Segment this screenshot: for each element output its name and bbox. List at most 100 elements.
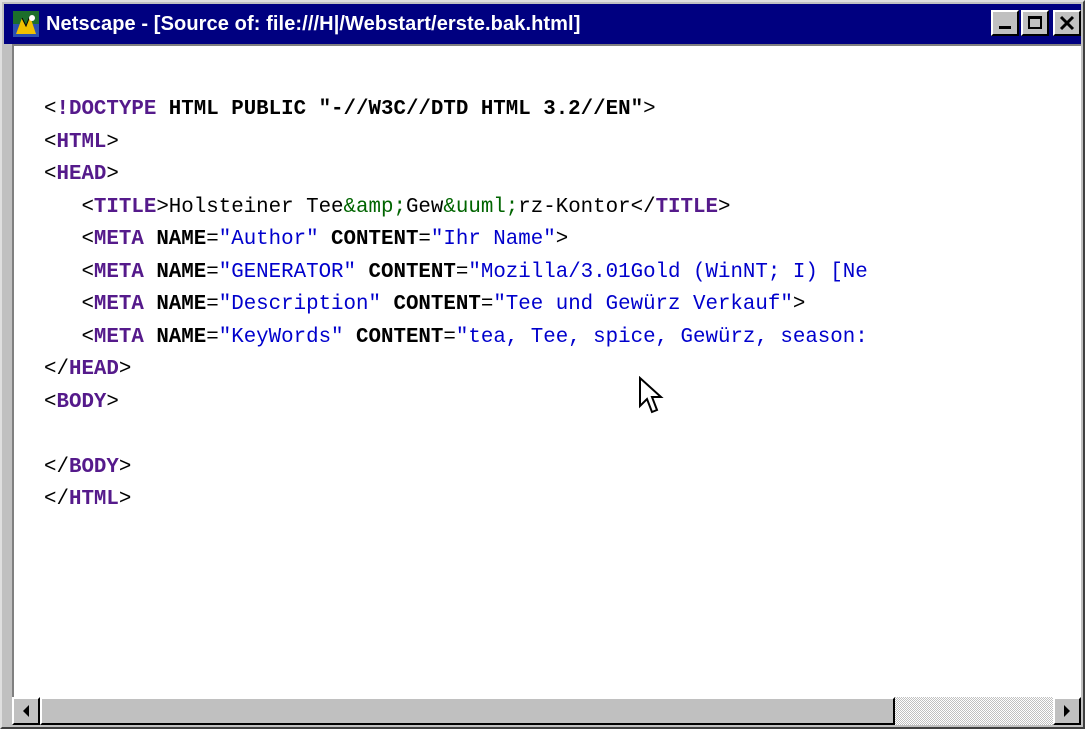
arrow-right-icon	[1064, 705, 1070, 717]
source-token: =	[206, 228, 219, 251]
source-line	[44, 419, 868, 452]
source-line: <META NAME="Description" CONTENT="Tee un…	[44, 289, 868, 322]
source-token: "Author"	[218, 228, 319, 251]
source-token: META	[93, 293, 144, 316]
source-token: &amp;	[343, 195, 406, 219]
maximize-icon	[1028, 16, 1042, 29]
source-token: HTML	[56, 130, 107, 154]
source-token: CONTENT	[356, 260, 456, 284]
source-view[interactable]: <!DOCTYPE HTML PUBLIC "-//W3C//DTD HTML …	[12, 44, 1081, 697]
source-token: >Holsteiner Tee	[156, 195, 344, 219]
arrow-left-icon	[23, 705, 29, 717]
source-token: <	[44, 195, 94, 219]
source-token: <	[44, 390, 57, 414]
source-token: META	[93, 260, 144, 284]
source-token: <	[44, 228, 94, 251]
horizontal-scrollbar[interactable]	[12, 697, 1081, 725]
source-token: HEAD	[68, 358, 119, 381]
source-token: rz-Kontor</	[518, 195, 656, 219]
caption-buttons	[991, 10, 1081, 36]
close-button[interactable]	[1053, 10, 1081, 36]
source-line: <HEAD>	[44, 159, 868, 192]
minimize-button[interactable]	[991, 10, 1019, 36]
source-token: "GENERATOR"	[218, 260, 357, 284]
scroll-right-button[interactable]	[1053, 697, 1081, 725]
source-token: "Description"	[218, 293, 381, 316]
source-token: >	[118, 358, 132, 381]
minimize-icon	[999, 26, 1011, 29]
source-token: "tea, Tee, spice, Gewürz, season:	[455, 325, 868, 349]
source-token: "Ihr Name"	[430, 228, 556, 251]
source-line: <BODY>	[44, 387, 868, 420]
source-token: <	[44, 293, 94, 316]
source-token: =	[418, 228, 431, 251]
source-token: </	[44, 488, 69, 511]
source-line: <META NAME="Author" CONTENT="Ihr Name">	[44, 224, 868, 257]
source-token: NAME	[143, 325, 207, 349]
source-token: HTML	[68, 488, 119, 511]
source-token: <	[44, 325, 94, 349]
source-token: NAME	[143, 260, 207, 284]
source-token: >	[792, 293, 806, 316]
scroll-left-button[interactable]	[12, 697, 40, 725]
source-token: HTML PUBLIC	[156, 98, 319, 121]
source-token: >	[106, 390, 119, 414]
source-token: =	[206, 325, 219, 349]
source-line: </BODY>	[44, 452, 868, 485]
maximize-button[interactable]	[1021, 10, 1049, 36]
source-token: </	[44, 358, 69, 381]
source-token: <	[44, 260, 94, 284]
netscape-icon	[12, 10, 40, 38]
source-line: <!DOCTYPE HTML PUBLIC "-//W3C//DTD HTML …	[44, 94, 868, 127]
source-token: CONTENT	[380, 293, 481, 316]
source-token: META	[93, 228, 144, 251]
source-token: >	[643, 98, 656, 121]
source-token: >	[118, 488, 132, 511]
mouse-pointer-icon	[639, 376, 664, 414]
source-token: TITLE	[655, 195, 718, 219]
scroll-track[interactable]	[40, 697, 1053, 725]
source-token: </	[44, 455, 69, 479]
source-token: <	[44, 98, 57, 121]
source-token: "-//W3C//DTD HTML 3.2//EN"	[318, 98, 644, 121]
source-line: </HEAD>	[44, 354, 868, 387]
source-token: >	[106, 130, 119, 154]
title-bar[interactable]: Netscape - [Source of: file:///H|/Websta…	[4, 4, 1081, 44]
source-line: </HTML>	[44, 484, 868, 517]
scroll-thumb[interactable]	[40, 697, 895, 725]
source-token: =	[455, 260, 469, 284]
source-code: <!DOCTYPE HTML PUBLIC "-//W3C//DTD HTML …	[44, 94, 868, 517]
source-line: <META NAME="GENERATOR" CONTENT="Mozilla/…	[44, 257, 868, 290]
source-token: CONTENT	[318, 228, 419, 251]
source-token: BODY	[68, 455, 119, 479]
close-icon	[1059, 15, 1075, 31]
source-token: BODY	[56, 390, 107, 414]
source-token: "Mozilla/3.01Gold (WinNT; I) [Ne	[468, 260, 868, 284]
source-token: META	[93, 325, 144, 349]
source-token: <	[44, 130, 57, 154]
source-line: <META NAME="KeyWords" CONTENT="tea, Tee,…	[44, 322, 868, 355]
source-token: >	[717, 195, 731, 219]
source-token: TITLE	[93, 195, 157, 219]
source-token: Gew	[405, 195, 444, 219]
source-line: <HTML>	[44, 127, 868, 160]
source-token: "Tee und Gewürz Verkauf"	[493, 293, 793, 316]
source-token: >	[555, 228, 569, 251]
source-token: <	[44, 163, 57, 186]
source-token: >	[118, 455, 132, 479]
source-token: >	[106, 163, 119, 186]
source-token: &uuml;	[443, 195, 519, 219]
source-token: =	[206, 293, 219, 316]
source-token: HEAD	[56, 163, 107, 186]
source-token: =	[480, 293, 494, 316]
source-line: <TITLE>Holsteiner Tee&amp;Gew&uuml;rz-Ko…	[44, 192, 868, 225]
source-token: =	[206, 260, 219, 284]
source-token: NAME	[143, 293, 207, 316]
netscape-source-window: Netscape - [Source of: file:///H|/Websta…	[0, 0, 1085, 729]
source-token: NAME	[143, 228, 207, 251]
window-title: Netscape - [Source of: file:///H|/Websta…	[46, 12, 581, 35]
source-token: "KeyWords"	[218, 325, 344, 349]
source-token: !DOCTYPE	[56, 98, 157, 121]
source-token: =	[443, 325, 456, 349]
source-token: CONTENT	[343, 325, 444, 349]
